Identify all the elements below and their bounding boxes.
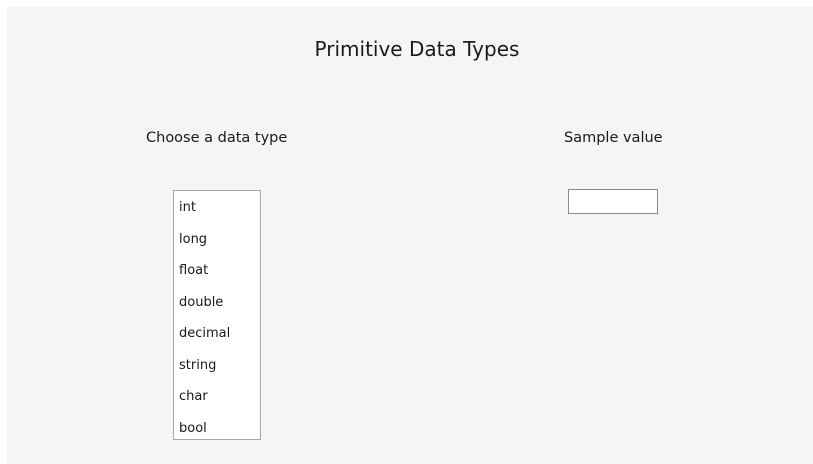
list-item-decimal[interactable]: decimal xyxy=(174,318,260,350)
list-item-double[interactable]: double xyxy=(174,287,260,319)
app-window: Primitive Data Types xyxy=(7,7,813,464)
sample-value-textbox[interactable] xyxy=(568,189,658,214)
page-title: Primitive Data Types xyxy=(314,37,520,61)
data-type-listbox[interactable]: int long float double decimal string cha… xyxy=(173,190,261,440)
choose-data-type-label: Choose a data type xyxy=(146,130,288,146)
list-item-float[interactable]: float xyxy=(174,255,260,287)
list-item-bool[interactable]: bool xyxy=(174,413,260,445)
list-item-int[interactable]: int xyxy=(174,192,260,224)
sample-value-label: Sample value xyxy=(564,130,663,146)
list-item-string[interactable]: string xyxy=(174,350,260,382)
list-item-char[interactable]: char xyxy=(174,381,260,413)
list-item-long[interactable]: long xyxy=(174,224,260,256)
